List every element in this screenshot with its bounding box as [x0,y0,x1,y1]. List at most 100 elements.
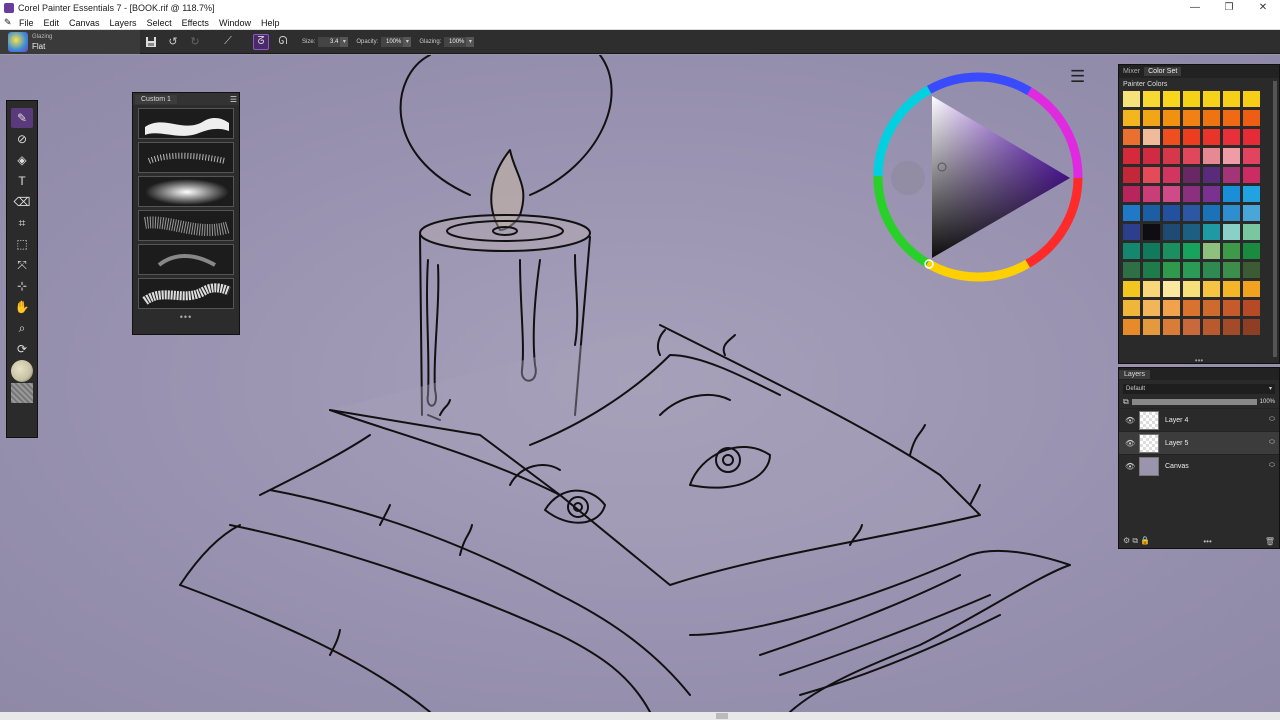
color-swatch[interactable] [1183,224,1200,240]
color-swatch[interactable] [1223,148,1240,164]
layer-opacity-slider[interactable] [1131,399,1257,405]
color-swatch[interactable] [1223,91,1240,107]
layer-options-icon[interactable]: ⬭ [1269,462,1275,470]
color-swatch[interactable] [1163,186,1180,202]
color-swatch[interactable] [1123,110,1140,126]
color-swatch[interactable] [1183,91,1200,107]
eye-icon[interactable]: 👁 [1125,462,1135,471]
glazing-field[interactable]: 100% [444,36,467,47]
trash-icon[interactable]: 🗑 [1265,537,1275,546]
menu-help[interactable]: Help [256,18,285,28]
color-swatch[interactable] [1183,300,1200,316]
color-swatch[interactable] [1243,186,1260,202]
color-swatch[interactable] [1243,148,1260,164]
color-swatch[interactable] [1123,91,1140,107]
color-swatch[interactable] [1143,91,1160,107]
color-swatch[interactable] [1243,281,1260,297]
color-swatch[interactable] [1143,205,1160,221]
color-swatch[interactable] [1143,186,1160,202]
color-swatch[interactable] [1143,281,1160,297]
brush-stroke-preview[interactable] [138,278,234,309]
color-swatch[interactable] [1123,319,1140,335]
color-swatch[interactable] [1143,167,1160,183]
color-swatch[interactable] [1223,300,1240,316]
color-swatch[interactable] [1243,205,1260,221]
text-icon[interactable]: T [11,171,33,191]
layer-options-icon[interactable]: ⬭ [1269,439,1275,447]
save-icon[interactable] [143,34,159,50]
color-swatch[interactable] [1203,224,1220,240]
eye-icon[interactable]: 👁 [1125,439,1135,448]
color-swatch[interactable] [1143,129,1160,145]
color-swatch[interactable] [1203,319,1220,335]
magnifier-icon[interactable]: ⌕ [11,318,33,338]
menu-layers[interactable]: Layers [105,18,142,28]
color-swatch[interactable] [1123,205,1140,221]
brush-stroke-preview[interactable] [138,176,234,207]
color-swatch[interactable] [1143,148,1160,164]
color-swatch[interactable] [1243,224,1260,240]
color-swatch[interactable] [1203,167,1220,183]
opacity-dropdown-icon[interactable]: ▾ [403,36,412,47]
color-swatch[interactable] [1123,129,1140,145]
color-swatch[interactable] [1163,319,1180,335]
color-wheel-menu-icon[interactable]: ☰ [1070,68,1088,86]
color-swatch[interactable] [1203,243,1220,259]
color-wheel[interactable] [870,68,1090,286]
grabber-icon[interactable]: ✋ [11,297,33,317]
color-swatch[interactable] [1223,167,1240,183]
dropper-icon[interactable]: ⊘ [11,129,33,149]
color-swatch[interactable] [1203,91,1220,107]
size-dropdown-icon[interactable]: ▾ [340,36,349,47]
color-swatch[interactable] [1163,281,1180,297]
color-swatch[interactable] [1123,243,1140,259]
color-swatch[interactable] [1223,224,1240,240]
color-swatch[interactable] [1183,319,1200,335]
menu-edit[interactable]: Edit [39,18,65,28]
color-swatch[interactable] [1183,186,1200,202]
tab-mixer[interactable]: Mixer [1119,67,1144,76]
color-swatch[interactable] [1203,129,1220,145]
tab-color-set[interactable]: Color Set [1144,67,1182,76]
color-swatch[interactable] [1183,148,1200,164]
color-swatch[interactable] [1123,186,1140,202]
menu-file[interactable]: File [14,18,39,28]
color-swatch[interactable] [1243,110,1260,126]
minimize-button[interactable]: — [1178,0,1212,16]
color-swatch[interactable] [1123,224,1140,240]
color-swatch[interactable] [1223,205,1240,221]
color-swatch[interactable] [1183,205,1200,221]
crop-icon[interactable]: ⌗ [11,213,33,233]
color-swatch[interactable] [1243,129,1260,145]
color-swatch[interactable] [1123,281,1140,297]
color-swatch[interactable] [1143,319,1160,335]
brush-stroke-preview[interactable] [138,210,234,241]
main-color-icon[interactable] [11,360,33,382]
tab-layers[interactable]: Layers [1119,369,1151,379]
paper-texture-icon[interactable] [11,383,33,403]
eraser-icon[interactable]: ⌫ [11,192,33,212]
color-swatch[interactable] [1163,167,1180,183]
color-swatch[interactable] [1163,205,1180,221]
color-swatch[interactable] [1203,110,1220,126]
stroke-shape-icon[interactable]: ᘏ [275,34,291,50]
color-swatch[interactable] [1183,167,1200,183]
paint-bucket-icon[interactable]: ◈ [11,150,33,170]
color-swatch[interactable] [1203,148,1220,164]
color-swatch[interactable] [1243,243,1260,259]
color-swatch[interactable] [1203,281,1220,297]
color-swatch[interactable] [1183,243,1200,259]
undo-icon[interactable]: ↺ [165,34,181,50]
color-swatch[interactable] [1163,243,1180,259]
color-swatch[interactable] [1243,262,1260,278]
color-swatch[interactable] [1243,91,1260,107]
color-swatch[interactable] [1163,129,1180,145]
layers-panel-more[interactable]: ••• [1203,537,1211,546]
preserve-transparency-icon[interactable]: ⧉ [1123,397,1129,407]
transform-icon[interactable]: ⤧ [11,255,33,275]
color-panel-more[interactable]: ••• [1119,356,1279,365]
menu-canvas[interactable]: Canvas [64,18,105,28]
composite-method-select[interactable]: Default ▾ [1123,384,1275,394]
selection-icon[interactable]: ⬚ [11,234,33,254]
color-swatch[interactable] [1223,319,1240,335]
